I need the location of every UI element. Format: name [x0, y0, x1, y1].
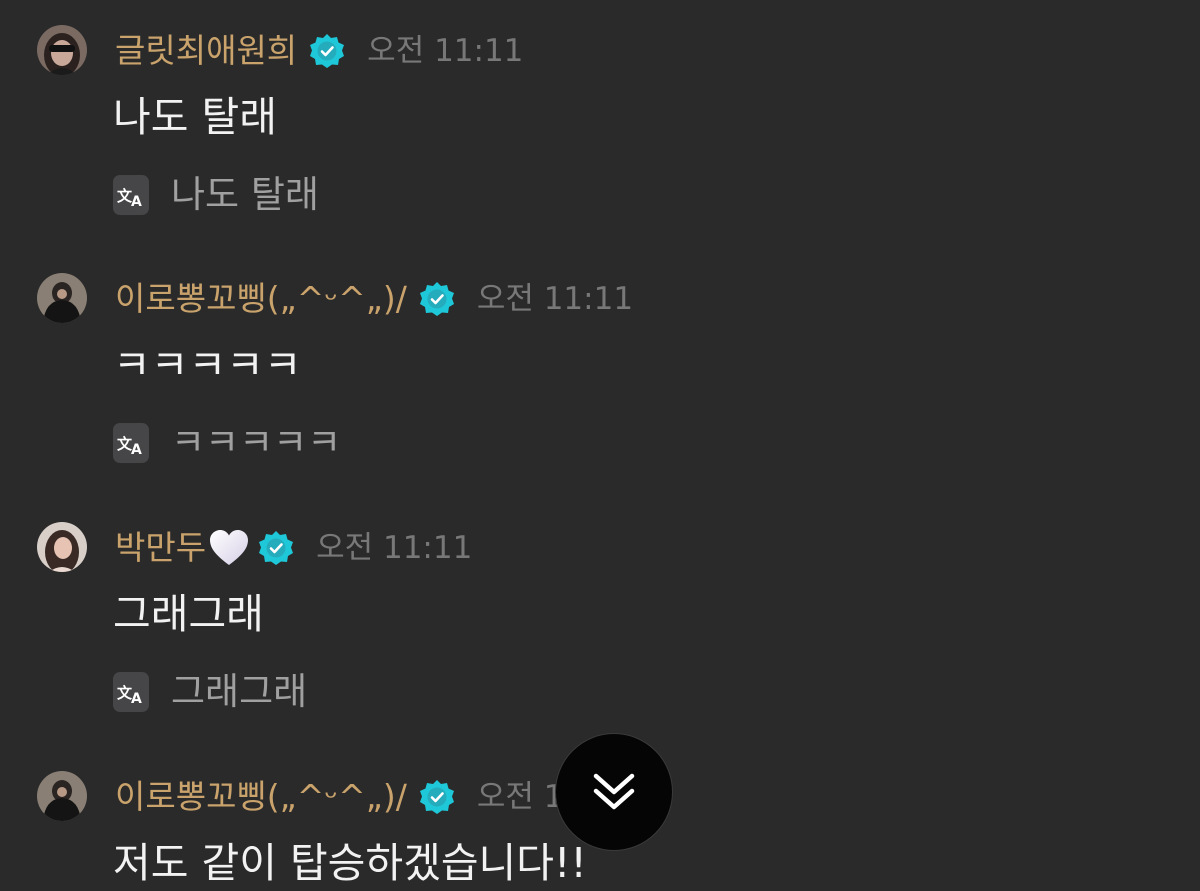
chevron-double-down-icon [593, 773, 635, 810]
translated-text: 그래그래 [171, 670, 308, 713]
scroll-to-bottom-button[interactable] [555, 733, 673, 851]
heart-icon [208, 528, 250, 568]
translate-icon: 文 A [113, 672, 149, 712]
translation-row[interactable]: 文 A 그래그래 [113, 670, 307, 714]
verified-badge-icon [419, 779, 455, 815]
verified-badge-icon [309, 33, 345, 69]
translate-icon: 文 A [113, 175, 149, 215]
avatar[interactable] [37, 771, 87, 821]
translated-text: ㅋㅋㅋㅋㅋ [171, 421, 342, 464]
translation-row[interactable]: 文 A 나도 탈래 [113, 173, 319, 217]
avatar[interactable] [37, 25, 87, 75]
message-text: 그래그래 [113, 590, 264, 638]
username[interactable]: 이로뽕꼬삥(„^ᵕ^„)/ [115, 775, 407, 819]
message-header: 글릿최애원희 오전 11:11 [115, 29, 523, 73]
message-text: ㅋㅋㅋㅋㅋ [113, 341, 302, 389]
username[interactable]: 글릿최애원희 [115, 29, 297, 73]
message-header: 이로뽕꼬삥(„^ᵕ^„)/ 오전 11:11 [115, 277, 633, 321]
message-text: 저도 같이 탑승하겠습니다!! [113, 839, 587, 887]
message-header: 박만두 오전 11:11 [115, 526, 472, 570]
translate-icon: 文 A [113, 423, 149, 463]
svg-text:A: A [131, 691, 142, 705]
timestamp: 오전 11:11 [476, 281, 634, 317]
timestamp: 오전 11:11 [316, 530, 473, 566]
svg-text:A: A [131, 194, 142, 208]
svg-text:A: A [131, 442, 142, 456]
avatar[interactable] [37, 522, 87, 572]
translated-text: 나도 탈래 [171, 173, 319, 216]
verified-badge-icon [258, 530, 294, 566]
avatar[interactable] [37, 273, 87, 323]
message-text: 나도 탈래 [113, 93, 277, 141]
verified-badge-icon [419, 281, 455, 317]
translation-row[interactable]: 文 A ㅋㅋㅋㅋㅋ [113, 421, 341, 465]
chat-list: 글릿최애원희 오전 11:11 나도 탈래 文 A 나도 탈래 이로뽕꼬삥(„^… [0, 0, 1200, 887]
username[interactable]: 이로뽕꼬삥(„^ᵕ^„)/ [115, 277, 407, 321]
timestamp: 오전 11:11 [367, 33, 524, 69]
username[interactable]: 박만두 [115, 526, 206, 570]
